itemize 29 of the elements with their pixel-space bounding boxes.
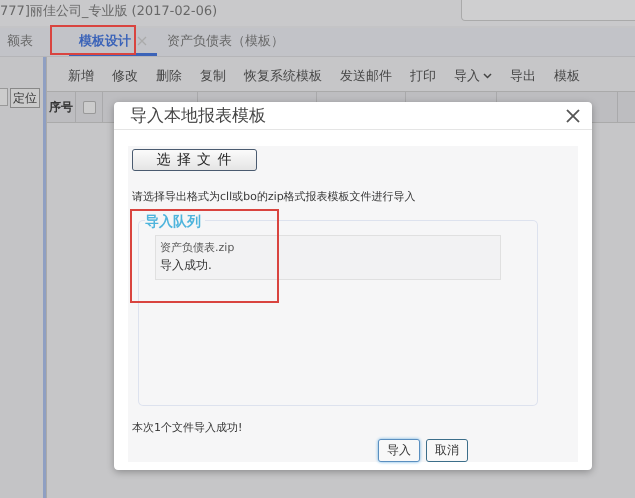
tab[interactable]: 额表: [0, 28, 69, 56]
dialog-button[interactable]: 取消: [426, 439, 468, 462]
caret-icon: [483, 73, 492, 79]
locate-button[interactable]: 定位: [10, 88, 40, 108]
toolbar-button[interactable]: 导入: [445, 65, 501, 87]
import-status: 导入成功.: [160, 257, 213, 274]
toolbar-button[interactable]: 打印: [401, 65, 445, 87]
toolbar-button[interactable]: 导出: [501, 65, 545, 87]
queue-legend: 导入队列: [145, 213, 205, 231]
close-icon[interactable]: [566, 108, 580, 122]
toolbar-button[interactable]: 发送邮件: [331, 65, 401, 87]
column-header: 序号: [49, 98, 73, 116]
summary-text: 本次1个文件导入成功!: [132, 420, 244, 435]
file-name: 资产负债表.zip: [160, 240, 236, 255]
toolbar-button[interactable]: 恢复系统模板: [235, 65, 331, 87]
window-title: 777]丽佳公司_专业版 (2017-02-06): [0, 3, 218, 20]
toolbar-button[interactable]: 修改: [103, 65, 147, 87]
search-field[interactable]: [461, 0, 635, 21]
checkbox[interactable]: [82, 100, 96, 114]
dialog-button[interactable]: 导入: [378, 439, 420, 462]
choose-file-button[interactable]: 选 择 文 件: [132, 149, 257, 171]
toolbar-button[interactable]: 删除: [147, 65, 191, 87]
hint-text: 请选择导出格式为cll或bo的zip格式报表模板文件进行导入: [132, 189, 417, 204]
locate-field[interactable]: [0, 88, 8, 106]
dialog-title: 导入本地报表模板: [130, 105, 266, 127]
toolbar-button[interactable]: 模板: [545, 65, 589, 87]
tab[interactable]: 资产负债表（模板）: [157, 28, 294, 56]
toolbar-button[interactable]: 复制: [191, 65, 235, 87]
toolbar-button[interactable]: 新增: [59, 65, 103, 87]
